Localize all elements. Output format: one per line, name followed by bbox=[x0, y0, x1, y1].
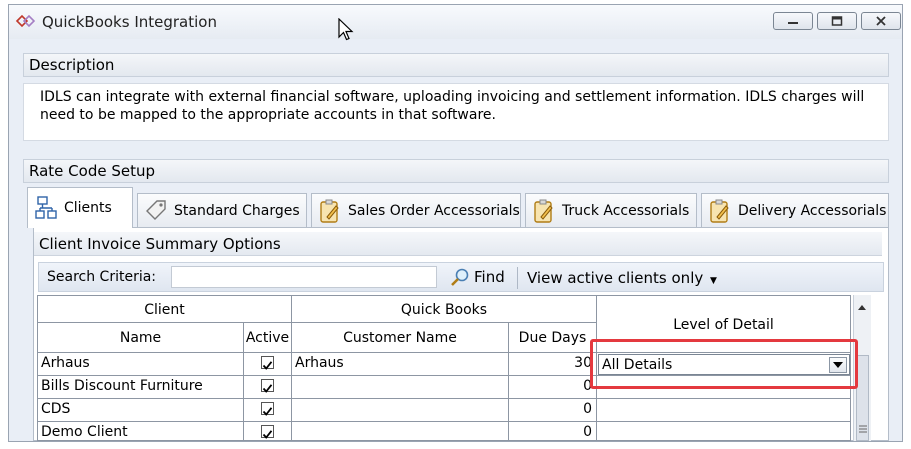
mouse-cursor-icon bbox=[338, 18, 354, 41]
tab-delivery-accessorials[interactable]: Delivery Accessorials bbox=[701, 193, 889, 227]
active-cell[interactable] bbox=[244, 399, 292, 422]
maximize-button[interactable] bbox=[817, 12, 857, 30]
view-filter-dropdown[interactable]: View active clients only ▼ bbox=[527, 269, 717, 287]
description-text: IDLS can integrate with external financi… bbox=[23, 83, 889, 141]
chevron-down-icon bbox=[833, 362, 843, 368]
level-of-detail-cell[interactable] bbox=[597, 399, 851, 422]
grip-icon bbox=[859, 425, 867, 433]
tag-icon bbox=[146, 199, 166, 220]
scroll-up-icon bbox=[858, 305, 866, 310]
customer-name-cell[interactable] bbox=[292, 399, 509, 422]
active-checkbox[interactable] bbox=[261, 425, 274, 439]
checkmark-icon bbox=[262, 384, 273, 393]
due-days-cell[interactable]: 0 bbox=[509, 422, 597, 441]
find-button[interactable]: Find bbox=[449, 267, 505, 287]
minimize-button[interactable] bbox=[773, 12, 813, 30]
clipboard-icon bbox=[320, 199, 339, 223]
chevron-down-icon: ▼ bbox=[710, 276, 717, 286]
customer-name-column-header[interactable]: Customer Name bbox=[292, 323, 509, 353]
client-name-cell[interactable]: Bills Discount Furniture bbox=[37, 376, 244, 399]
client-group-header: Client bbox=[37, 295, 292, 323]
due-days-cell[interactable]: 0 bbox=[509, 399, 597, 422]
title-bar[interactable]: QuickBooks Integration bbox=[9, 5, 902, 41]
close-icon bbox=[876, 16, 886, 26]
due-days-cell[interactable]: 30 bbox=[509, 353, 597, 376]
dropdown-button[interactable] bbox=[829, 357, 847, 373]
vertical-scrollbar[interactable] bbox=[853, 295, 871, 441]
active-column-header[interactable]: Active bbox=[244, 323, 292, 353]
quickbooks-group-header: Quick Books bbox=[292, 295, 597, 323]
maximize-icon bbox=[831, 16, 843, 26]
checkmark-icon bbox=[262, 430, 273, 439]
level-of-detail-select[interactable]: All Details bbox=[598, 354, 850, 375]
customer-name-cell[interactable]: Arhaus bbox=[292, 353, 509, 376]
filter-label: View active clients only bbox=[527, 269, 704, 287]
clients-network-icon bbox=[35, 196, 57, 219]
search-criteria-label: Search Criteria: bbox=[47, 269, 157, 285]
tab-standard-charges[interactable]: Standard Charges bbox=[137, 193, 307, 227]
active-cell[interactable] bbox=[244, 376, 292, 399]
tab-sales-order-accessorials-label: Sales Order Accessorials bbox=[348, 202, 520, 219]
due-days-cell[interactable]: 0 bbox=[509, 376, 597, 399]
close-button[interactable] bbox=[861, 12, 901, 30]
active-cell[interactable] bbox=[244, 422, 292, 441]
level-of-detail-cell[interactable]: All Details bbox=[597, 353, 851, 376]
client-name-cell[interactable]: Demo Client bbox=[37, 422, 244, 441]
tab-standard-charges-label: Standard Charges bbox=[174, 202, 300, 219]
tab-truck-accessorials[interactable]: Truck Accessorials bbox=[525, 193, 697, 227]
description-header: Description bbox=[23, 53, 889, 77]
active-cell[interactable] bbox=[244, 353, 292, 376]
clipboard-icon bbox=[710, 199, 729, 223]
checkmark-icon bbox=[262, 361, 273, 370]
rate-code-tabs: Clients Standard Charges Sales Order Acc… bbox=[23, 187, 889, 228]
checkmark-icon bbox=[262, 407, 273, 416]
window-title: QuickBooks Integration bbox=[42, 13, 217, 31]
customer-name-cell[interactable] bbox=[292, 422, 509, 441]
tab-clients-label: Clients bbox=[64, 200, 112, 216]
active-checkbox[interactable] bbox=[261, 379, 274, 393]
magnifier-icon bbox=[451, 268, 469, 286]
due-days-column-header[interactable]: Due Days bbox=[509, 323, 597, 353]
search-input[interactable] bbox=[171, 266, 437, 288]
tab-sales-order-accessorials[interactable]: Sales Order Accessorials bbox=[311, 193, 521, 227]
active-checkbox[interactable] bbox=[261, 356, 274, 370]
clipboard-icon bbox=[534, 199, 553, 223]
quickbooks-integration-window: QuickBooks Integration Description IDLS … bbox=[8, 4, 903, 442]
client-name-cell[interactable]: CDS bbox=[37, 399, 244, 422]
rate-code-setup-header: Rate Code Setup bbox=[23, 159, 889, 183]
client-name-cell[interactable]: Arhaus bbox=[37, 353, 244, 376]
customer-name-cell[interactable] bbox=[292, 376, 509, 399]
app-logo-icon bbox=[15, 14, 36, 28]
find-label: Find bbox=[474, 268, 505, 286]
tab-truck-accessorials-label: Truck Accessorials bbox=[562, 202, 690, 219]
tab-clients[interactable]: Clients bbox=[27, 187, 133, 228]
level-of-detail-header[interactable]: Level of Detail bbox=[597, 295, 851, 353]
active-checkbox[interactable] bbox=[261, 402, 274, 416]
client-invoice-summary-header: Client Invoice Summary Options bbox=[34, 232, 882, 256]
tab-delivery-accessorials-label: Delivery Accessorials bbox=[738, 202, 887, 219]
search-toolbar: Search Criteria: Find View active client… bbox=[38, 262, 884, 292]
level-of-detail-cell[interactable] bbox=[597, 376, 851, 399]
name-column-header[interactable]: Name bbox=[37, 323, 244, 353]
level-of-detail-value: All Details bbox=[602, 357, 673, 373]
minimize-icon bbox=[788, 22, 798, 24]
toolbar-divider bbox=[517, 267, 518, 289]
level-of-detail-cell[interactable] bbox=[597, 422, 851, 441]
